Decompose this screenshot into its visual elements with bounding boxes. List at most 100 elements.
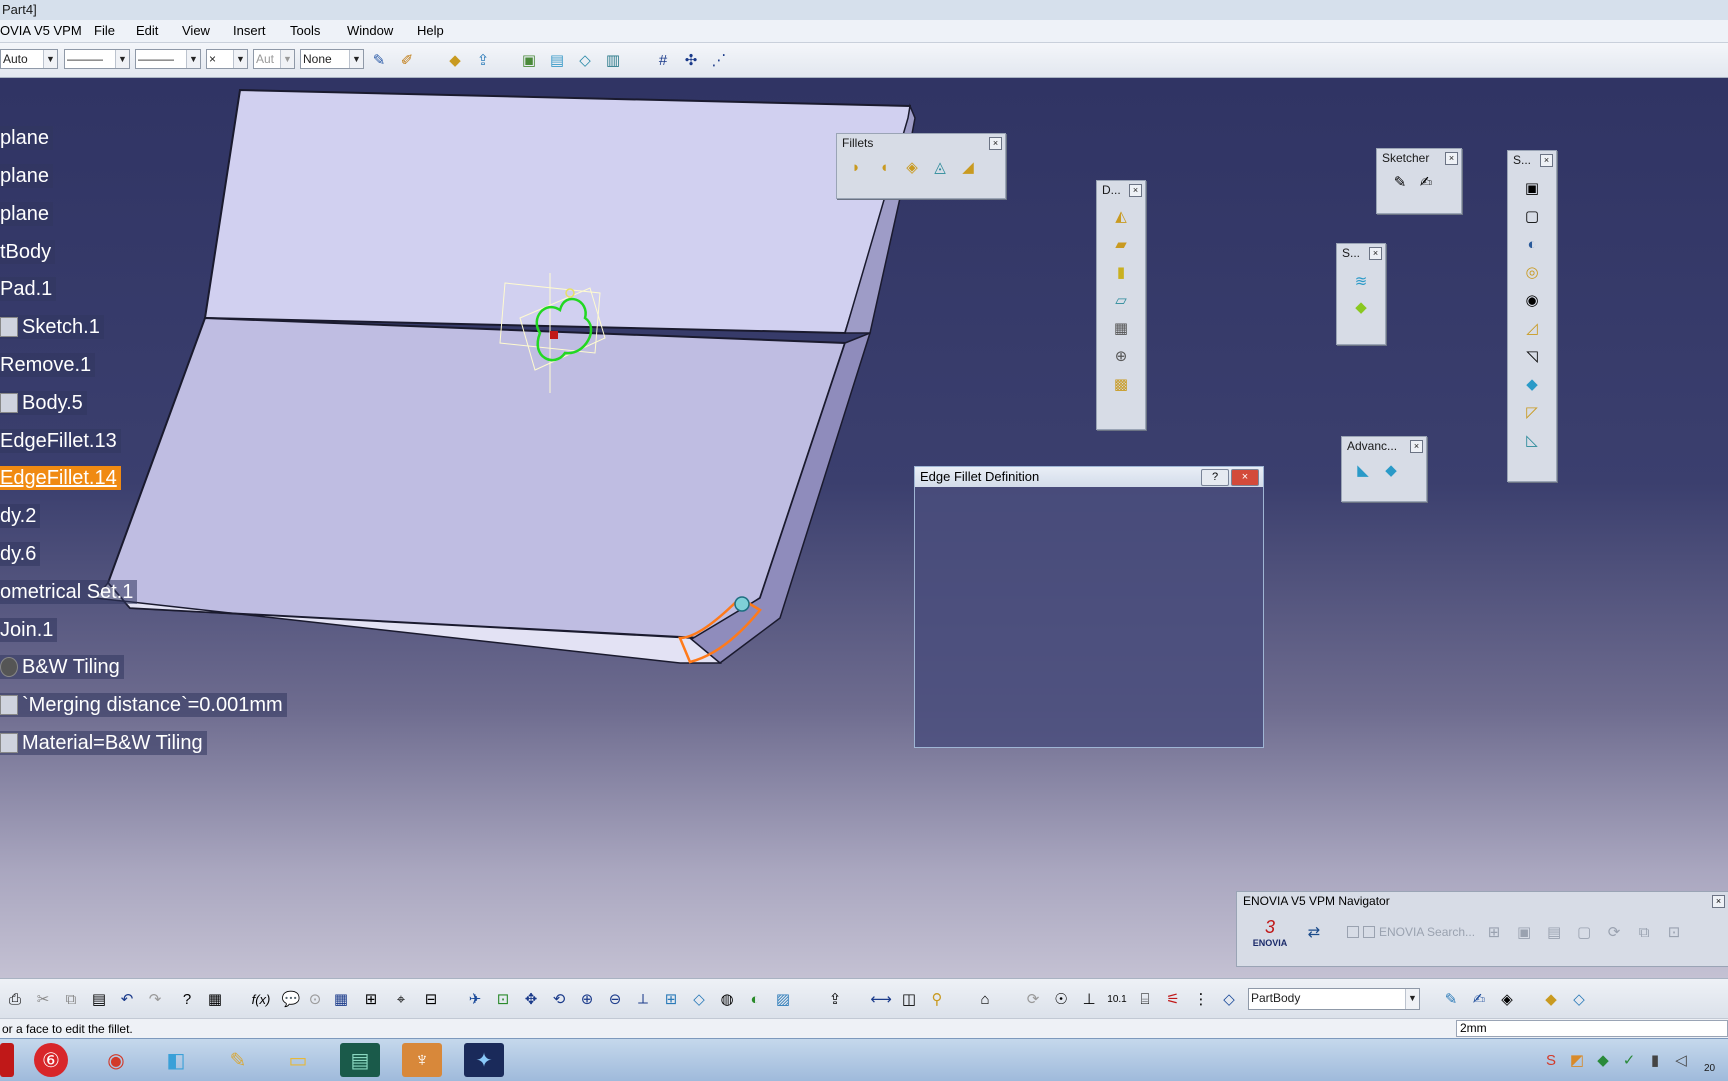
- video-app-icon[interactable]: ▤: [340, 1043, 380, 1077]
- start-button[interactable]: [0, 1043, 14, 1077]
- input-method-icon[interactable]: S: [1540, 1043, 1562, 1077]
- save-icon[interactable]: ▣: [1513, 921, 1535, 943]
- part-icon[interactable]: ▣: [518, 49, 540, 71]
- menu-insert[interactable]: Insert: [233, 23, 266, 38]
- tree-item-body6[interactable]: dy.6: [0, 542, 41, 566]
- brush-icon[interactable]: ✐: [396, 49, 418, 71]
- point-combo[interactable]: × ▼: [206, 49, 248, 69]
- solid-icon[interactable]: ◆: [1380, 459, 1402, 481]
- current-body-combo[interactable]: PartBody ▼: [1248, 988, 1420, 1010]
- tree-item-merging-distance[interactable]: `Merging distance`=0.001mm: [0, 693, 287, 717]
- tree-item-sketch[interactable]: Sketch.1: [0, 315, 104, 339]
- pan-icon[interactable]: ✥: [520, 988, 542, 1010]
- advanced-toolbar[interactable]: Advanc... × ◣ ◆: [1341, 436, 1427, 502]
- fly-icon[interactable]: ✈: [464, 988, 486, 1010]
- iso-view-icon[interactable]: ◇: [688, 988, 710, 1010]
- pad-icon[interactable]: ◆: [444, 49, 466, 71]
- back-wall-face[interactable]: [203, 88, 911, 335]
- enovia-navigator[interactable]: ENOVIA V5 VPM Navigator × 3 ENOVIA ⇄ ENO…: [1236, 891, 1728, 967]
- update-icon[interactable]: ⇪: [472, 49, 494, 71]
- constraint-icon[interactable]: ⋰: [708, 49, 730, 71]
- menu-file[interactable]: File: [94, 23, 115, 38]
- eraser-icon[interactable]: ◇: [574, 49, 596, 71]
- rib-icon[interactable]: ◿: [1521, 317, 1543, 339]
- edge-fillet-dialog[interactable]: Edge Fillet Definition ? ×: [914, 466, 1264, 748]
- zoom-out-icon[interactable]: ⊖: [604, 988, 626, 1010]
- painter-icon[interactable]: ✎: [368, 49, 390, 71]
- print-icon[interactable]: ⎙: [4, 988, 26, 1010]
- tree-item-body2[interactable]: dy.2: [0, 504, 41, 528]
- 3d-viewport[interactable]: plane plane plane tBody Pad.1 Sketch.1 R…: [0, 78, 1728, 978]
- chamfer-icon[interactable]: ◢: [957, 156, 979, 178]
- close-icon[interactable]: ×: [1445, 152, 1458, 165]
- close-icon[interactable]: ×: [1369, 247, 1382, 260]
- close-icon[interactable]: ×: [1712, 895, 1725, 908]
- shaft-icon[interactable]: ◐: [1521, 233, 1543, 255]
- variable-fillet-icon[interactable]: ◖: [873, 156, 895, 178]
- app-icon[interactable]: ◧: [156, 1043, 196, 1077]
- multi-view-icon[interactable]: ⊞: [660, 988, 682, 1010]
- refresh-icon[interactable]: ⟳: [1603, 921, 1625, 943]
- network-icon[interactable]: ▮: [1644, 1043, 1666, 1077]
- switch-icon[interactable]: ⌸: [1134, 988, 1156, 1010]
- scale-icon[interactable]: ▩: [1110, 373, 1132, 395]
- media-icon[interactable]: ✦: [464, 1043, 504, 1077]
- tree-item-material[interactable]: B&W Tiling: [0, 655, 124, 679]
- copy-icon[interactable]: ⧉: [1633, 921, 1655, 943]
- edge-handle[interactable]: [734, 596, 750, 612]
- thread-icon[interactable]: ▱: [1110, 289, 1132, 311]
- zoom-in-icon[interactable]: ⊕: [576, 988, 598, 1010]
- comment-icon[interactable]: 💬: [280, 988, 302, 1010]
- enovia-search[interactable]: ENOVIA Search...: [1347, 925, 1475, 939]
- units-icon[interactable]: 10.1: [1106, 988, 1128, 1010]
- groove-icon[interactable]: ◎: [1521, 261, 1543, 283]
- tritangent-fillet-icon[interactable]: ◬: [929, 156, 951, 178]
- tree-item-body5[interactable]: Body.5: [0, 391, 87, 415]
- tree-icon[interactable]: ⊞: [1483, 921, 1505, 943]
- tree-item-pad[interactable]: Pad.1: [0, 277, 57, 301]
- measure-icon[interactable]: ⌖: [390, 988, 412, 1010]
- tree-item-plane-1[interactable]: plane: [0, 126, 53, 150]
- remove-loft-icon[interactable]: ◺: [1521, 429, 1543, 451]
- remove-face-icon[interactable]: ▦: [1110, 317, 1132, 339]
- normal-view-icon[interactable]: ⟂: [632, 988, 654, 1010]
- security-icon[interactable]: ✓: [1618, 1043, 1640, 1077]
- folder-icon[interactable]: ▭: [278, 1043, 318, 1077]
- frame-icon[interactable]: ▢: [1573, 921, 1595, 943]
- mass-icon[interactable]: ⚲: [926, 988, 948, 1010]
- sketch-based-toolbar[interactable]: S... × ▣ ▢ ◐ ◎ ◉ ◿ ◹ ◆ ◸ ◺: [1507, 150, 1557, 482]
- compass-icon[interactable]: ☉: [1050, 988, 1072, 1010]
- menu-window[interactable]: Window: [347, 23, 393, 38]
- constraints-icon[interactable]: ⊞: [360, 988, 382, 1010]
- draft-icon[interactable]: ◭: [1110, 205, 1132, 227]
- body-icon[interactable]: ◈: [1496, 988, 1518, 1010]
- paste-icon[interactable]: ▤: [88, 988, 110, 1010]
- loft-icon[interactable]: ◸: [1521, 401, 1543, 423]
- shield-icon[interactable]: ◆: [1592, 1043, 1614, 1077]
- shell-icon[interactable]: ▰: [1110, 233, 1132, 255]
- advanced-draft-icon[interactable]: ◣: [1352, 459, 1374, 481]
- layer-combo[interactable]: Aut ▼: [253, 49, 295, 69]
- rotate-icon[interactable]: ⟲: [548, 988, 570, 1010]
- update-icon[interactable]: ⇪: [824, 988, 846, 1010]
- positioned-sketch-icon[interactable]: ✍: [1415, 171, 1437, 193]
- paint-icon[interactable]: ✎: [218, 1043, 258, 1077]
- analysis-icon[interactable]: ⊟: [420, 988, 442, 1010]
- document-icon[interactable]: ▤: [1543, 921, 1565, 943]
- tree-item-edgefillet13[interactable]: EdgeFillet.13: [0, 429, 121, 453]
- copy-icon[interactable]: ⧉: [60, 988, 82, 1010]
- catia-icon[interactable]: ♆: [402, 1043, 442, 1077]
- cut-icon[interactable]: ✂: [32, 988, 54, 1010]
- tree-item-partbody[interactable]: tBody: [0, 240, 56, 264]
- scaling-icon[interactable]: ⋮: [1190, 988, 1212, 1010]
- formula-icon[interactable]: f(x): [250, 988, 272, 1010]
- color-combo[interactable]: Auto ▼: [0, 49, 58, 69]
- target-icon[interactable]: ⊕: [1110, 345, 1132, 367]
- menu-help[interactable]: Help: [417, 23, 444, 38]
- thickness-icon[interactable]: ▮: [1110, 261, 1132, 283]
- menu-tools[interactable]: Tools: [290, 23, 320, 38]
- edge-fillet-icon[interactable]: ◗: [845, 156, 867, 178]
- sketcher-toolbar[interactable]: Sketcher × ✎ ✍: [1376, 148, 1462, 214]
- linetype-combo[interactable]: ——— ▼: [64, 49, 130, 69]
- thick-surface-icon[interactable]: ◆: [1350, 296, 1372, 318]
